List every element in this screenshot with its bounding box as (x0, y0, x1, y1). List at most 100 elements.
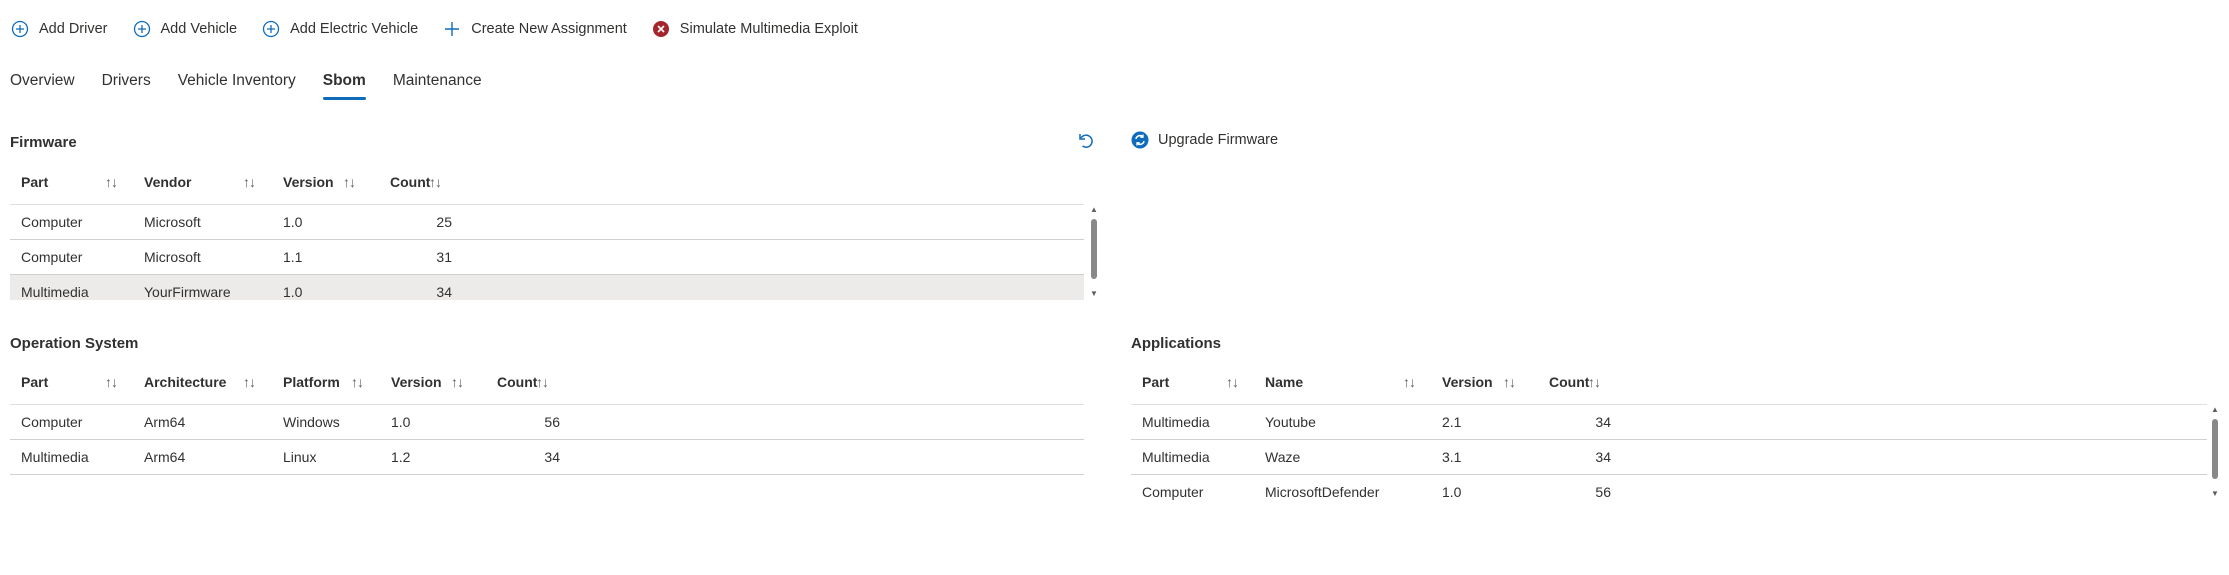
cell-part: Multimedia (1142, 414, 1210, 430)
table-row[interactable]: Multimedia Arm64 Linux 1.2 34 (10, 440, 1084, 475)
column-header-count[interactable]: Count (1549, 360, 1589, 404)
cell-part: Computer (21, 214, 83, 230)
upgrade-firmware-label: Upgrade Firmware (1158, 132, 1279, 148)
cell-count: 34 (1595, 449, 1611, 465)
sort-icon[interactable]: ↑↓ (105, 160, 118, 204)
cell-version: 1.0 (1442, 484, 1462, 500)
undo-icon (1076, 131, 1096, 155)
cell-count: 56 (1595, 484, 1611, 500)
cell-name: MicrosoftDefender (1265, 484, 1380, 500)
column-header-count[interactable]: Count (390, 160, 430, 204)
cell-part: Computer (1142, 484, 1204, 500)
add-electric-vehicle-label: Add Electric Vehicle (290, 21, 419, 37)
sort-icon[interactable]: ↑↓ (1403, 360, 1416, 404)
sort-icon[interactable]: ↑↓ (105, 360, 118, 404)
cell-architecture: Arm64 (144, 449, 186, 465)
add-driver-button[interactable]: Add Driver (10, 14, 108, 44)
tab-drivers[interactable]: Drivers (102, 68, 151, 104)
sort-icon[interactable]: ↑↓ (429, 160, 442, 204)
sort-icon[interactable]: ↑↓ (243, 160, 256, 204)
sort-icon[interactable]: ↑↓ (351, 360, 364, 404)
cell-count: 34 (1595, 414, 1611, 430)
create-new-assignment-label: Create New Assignment (471, 21, 627, 37)
apps-table-header: Part ↑↓ Name ↑↓ Version ↑↓ Count ↑↓ (1131, 360, 2207, 405)
cell-platform: Linux (283, 449, 317, 465)
table-row[interactable]: Multimedia Waze 3.1 34 (1131, 440, 2207, 475)
table-row[interactable]: Computer Microsoft 1.0 25 (10, 205, 1084, 240)
table-row[interactable]: Computer MicrosoftDefender 1.0 56 (1131, 475, 2207, 500)
cell-version: 3.1 (1442, 449, 1462, 465)
cell-part: Multimedia (21, 284, 89, 300)
add-circle-icon (10, 19, 30, 39)
applications-rows: Multimedia Youtube 2.1 34 Multimedia Waz… (1131, 405, 2207, 500)
cell-count: 56 (544, 414, 560, 430)
tab-vehicle-inventory[interactable]: Vehicle Inventory (178, 68, 296, 104)
sort-icon[interactable]: ↑↓ (451, 360, 464, 404)
operation-system-table: Part ↑↓ Architecture ↑↓ Platform ↑↓ Vers… (10, 360, 1086, 475)
sort-icon[interactable]: ↑↓ (1588, 360, 1601, 404)
cell-part: Multimedia (21, 449, 89, 465)
error-circle-icon (651, 19, 671, 39)
cell-version: 2.1 (1442, 414, 1462, 430)
column-header-platform[interactable]: Platform (283, 360, 340, 404)
scroll-down-icon[interactable]: ▼ (1089, 289, 1099, 299)
table-row[interactable]: Computer Microsoft 1.1 31 (10, 240, 1084, 275)
column-header-count[interactable]: Count (497, 360, 537, 404)
sort-icon[interactable]: ↑↓ (243, 360, 256, 404)
command-bar: Add Driver Add Vehicle Add Electric Vehi… (10, 14, 882, 44)
column-header-part[interactable]: Part (21, 160, 48, 204)
cell-version: 1.0 (283, 214, 303, 230)
column-header-part[interactable]: Part (1142, 360, 1169, 404)
scroll-thumb[interactable] (2212, 419, 2218, 479)
cell-vendor: YourFirmware (144, 284, 231, 300)
applications-table: Part ↑↓ Name ↑↓ Version ↑↓ Count ↑↓ Mult… (1131, 360, 2221, 500)
scroll-up-icon[interactable]: ▲ (1089, 205, 1099, 215)
scroll-up-icon[interactable]: ▲ (2210, 405, 2220, 415)
cell-count: 31 (436, 249, 452, 265)
cell-platform: Windows (283, 414, 340, 430)
add-vehicle-label: Add Vehicle (160, 21, 238, 37)
add-vehicle-button[interactable]: Add Vehicle (132, 14, 238, 44)
plus-icon (442, 19, 462, 39)
sort-icon[interactable]: ↑↓ (1226, 360, 1239, 404)
cell-version: 1.1 (283, 249, 303, 265)
cell-part: Multimedia (1142, 449, 1210, 465)
add-circle-icon (261, 19, 281, 39)
cell-vendor: Microsoft (144, 214, 201, 230)
scroll-down-icon[interactable]: ▼ (2210, 489, 2220, 499)
column-header-part[interactable]: Part (21, 360, 48, 404)
sort-icon[interactable]: ↑↓ (343, 160, 356, 204)
tab-overview[interactable]: Overview (10, 68, 75, 104)
cell-architecture: Arm64 (144, 414, 186, 430)
add-electric-vehicle-button[interactable]: Add Electric Vehicle (261, 14, 418, 44)
cell-count: 34 (544, 449, 560, 465)
column-header-vendor[interactable]: Vendor (144, 160, 191, 204)
column-header-version[interactable]: Version (283, 160, 334, 204)
sort-icon[interactable]: ↑↓ (536, 360, 549, 404)
column-header-architecture[interactable]: Architecture (144, 360, 226, 404)
applications-scrollbar[interactable]: ▲ ▼ (2210, 405, 2220, 500)
column-header-name[interactable]: Name (1265, 360, 1303, 404)
cell-version: 1.0 (283, 284, 303, 300)
firmware-scrollbar[interactable]: ▲ ▼ (1089, 205, 1099, 300)
table-row[interactable]: Multimedia YourFirmware 1.0 34 (10, 275, 1084, 300)
cell-version: 1.0 (391, 414, 411, 430)
upgrade-firmware-button[interactable]: Upgrade Firmware (1131, 131, 1278, 149)
tab-maintenance[interactable]: Maintenance (393, 68, 482, 104)
tab-list: Overview Drivers Vehicle Inventory Sbom … (10, 68, 509, 104)
column-header-version[interactable]: Version (391, 360, 442, 404)
simulate-multimedia-exploit-button[interactable]: Simulate Multimedia Exploit (651, 14, 858, 44)
sort-icon[interactable]: ↑↓ (1503, 360, 1516, 404)
firmware-table-header: Part ↑↓ Vendor ↑↓ Version ↑↓ Count ↑↓ (10, 160, 1084, 205)
operation-system-title: Operation System (10, 335, 139, 352)
refresh-button[interactable] (1076, 131, 1096, 155)
column-header-version[interactable]: Version (1442, 360, 1493, 404)
table-row[interactable]: Multimedia Youtube 2.1 34 (1131, 405, 2207, 440)
scroll-thumb[interactable] (1091, 219, 1097, 279)
add-circle-icon (132, 19, 152, 39)
cell-count: 25 (436, 214, 452, 230)
applications-title: Applications (1131, 335, 1222, 352)
table-row[interactable]: Computer Arm64 Windows 1.0 56 (10, 405, 1084, 440)
tab-sbom[interactable]: Sbom (322, 68, 366, 104)
create-new-assignment-button[interactable]: Create New Assignment (442, 14, 627, 44)
